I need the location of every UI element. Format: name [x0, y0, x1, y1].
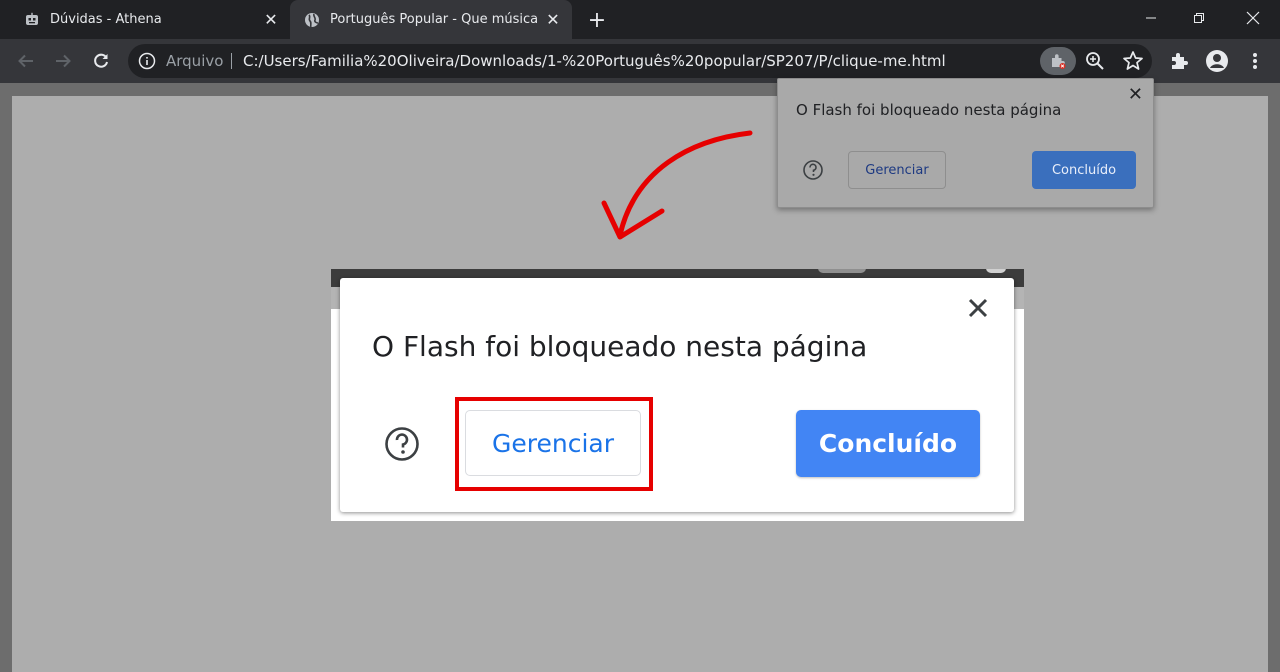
profile-button[interactable]: [1204, 48, 1230, 74]
arrow-left-icon: [18, 54, 33, 68]
tab-close-icon[interactable]: ✕: [262, 10, 280, 29]
close-icon: [1246, 11, 1260, 25]
new-tab-button[interactable]: +: [585, 8, 609, 33]
menu-button[interactable]: [1242, 48, 1268, 74]
tab-portugues-popular[interactable]: Português Popular - Que música ✕: [290, 0, 572, 39]
info-icon[interactable]: [138, 52, 156, 70]
done-button[interactable]: Concluído: [1032, 151, 1136, 189]
red-arrow-annotation: [601, 130, 753, 240]
help-icon[interactable]: [384, 426, 420, 462]
back-button[interactable]: [12, 47, 40, 75]
zoomed-screenshot: O Flash foi bloqueado nesta página Geren…: [331, 269, 1024, 521]
reload-icon: [94, 53, 108, 68]
zoom-icon[interactable]: [1083, 49, 1107, 73]
minimize-icon: [1146, 17, 1156, 19]
forward-button[interactable]: [49, 47, 77, 75]
help-icon[interactable]: [802, 159, 824, 181]
globe-icon: [305, 12, 319, 27]
zoomed-toolbar-pill: [818, 269, 866, 273]
extensions-button[interactable]: [1166, 48, 1192, 74]
omnibox[interactable]: Arquivo C:/Users/Familia%20Oliveira/Down…: [128, 44, 1152, 78]
reload-button[interactable]: [87, 47, 115, 75]
puzzle-icon: [1172, 53, 1188, 69]
manage-button[interactable]: Gerenciar: [848, 151, 946, 189]
tab-title: Português Popular - Que música: [330, 12, 538, 27]
tab-duvidas-athena[interactable]: Dúvidas - Athena ✕: [14, 0, 284, 39]
close-icon[interactable]: ✕: [1128, 85, 1143, 105]
close-window-button[interactable]: [1230, 0, 1276, 36]
zoomed-flash-dialog: O Flash foi bloqueado nesta página Geren…: [340, 278, 1014, 512]
tab-strip: Dúvidas - Athena ✕ Português Popular - Q…: [0, 0, 1280, 39]
omnibox-url[interactable]: C:/Users/Familia%20Oliveira/Downloads/1-…: [243, 44, 946, 78]
restore-icon: [1194, 13, 1204, 23]
plugin-blocked-icon: [1052, 54, 1066, 69]
close-icon[interactable]: [966, 296, 990, 320]
omnibox-scheme-label: Arquivo: [166, 52, 224, 70]
flash-blocked-popup: O Flash foi bloqueado nesta página ✕ Ger…: [777, 78, 1154, 208]
dialog-title: O Flash foi bloqueado nesta página: [372, 330, 868, 363]
plugin-blocked-button[interactable]: [1040, 47, 1076, 75]
omnibox-separator: [231, 53, 232, 69]
toolbar: Arquivo C:/Users/Familia%20Oliveira/Down…: [0, 39, 1280, 83]
done-button[interactable]: Concluído: [796, 410, 980, 477]
star-icon[interactable]: [1121, 49, 1145, 73]
more-vert-icon: [1253, 53, 1257, 69]
zoomed-toolbar-pill: [986, 269, 1006, 273]
minimize-button[interactable]: [1128, 0, 1174, 36]
arrow-right-icon: [56, 54, 71, 68]
popup-title: O Flash foi bloqueado nesta página: [796, 101, 1062, 119]
restore-button[interactable]: [1176, 0, 1222, 36]
red-highlight-box: [455, 397, 653, 491]
robot-icon: [26, 12, 38, 25]
account-circle-icon: [1206, 50, 1228, 72]
tab-title: Dúvidas - Athena: [50, 12, 162, 27]
tab-close-icon[interactable]: ✕: [544, 10, 562, 29]
